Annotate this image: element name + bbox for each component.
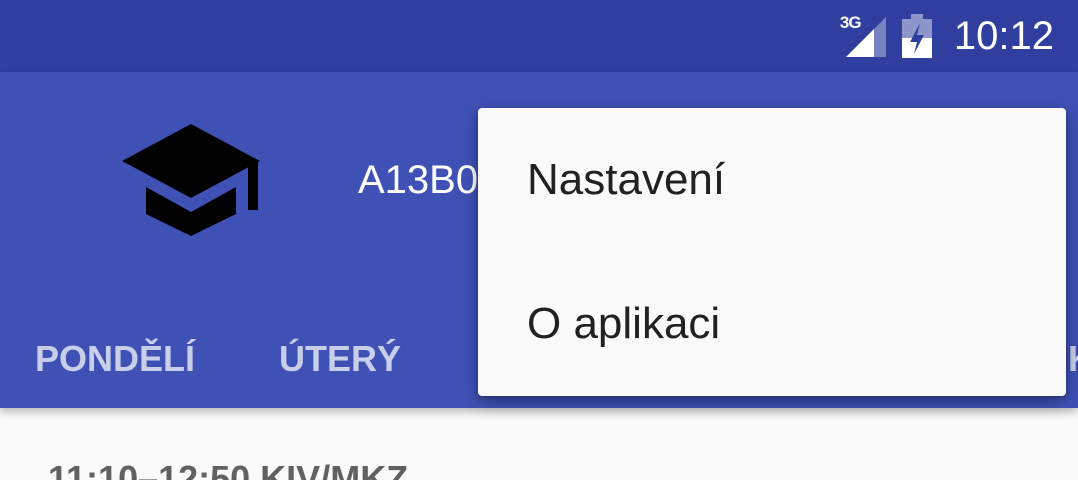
- app-title: A13B0: [358, 158, 478, 202]
- graduation-cap-icon: [120, 124, 262, 245]
- signal-icon: 3G: [840, 13, 886, 57]
- tab-tuesday[interactable]: ÚTERÝ: [279, 338, 401, 380]
- tab-monday[interactable]: PONDĚLÍ: [35, 338, 195, 380]
- menu-item-settings[interactable]: Nastavení: [478, 108, 1066, 252]
- tab-partial[interactable]: K: [1068, 338, 1078, 380]
- overflow-menu: Nastavení O aplikaci: [478, 108, 1066, 396]
- status-clock: 10:12: [953, 13, 1054, 58]
- battery-charging-icon: [901, 14, 932, 58]
- status-icons: 3G 10:12: [840, 0, 1054, 72]
- lesson-time-line: 11:10–12:50 KIV/MKZ: [48, 458, 409, 480]
- menu-item-about[interactable]: O aplikaci: [478, 252, 1066, 396]
- status-bar: 3G 10:12: [0, 0, 1078, 72]
